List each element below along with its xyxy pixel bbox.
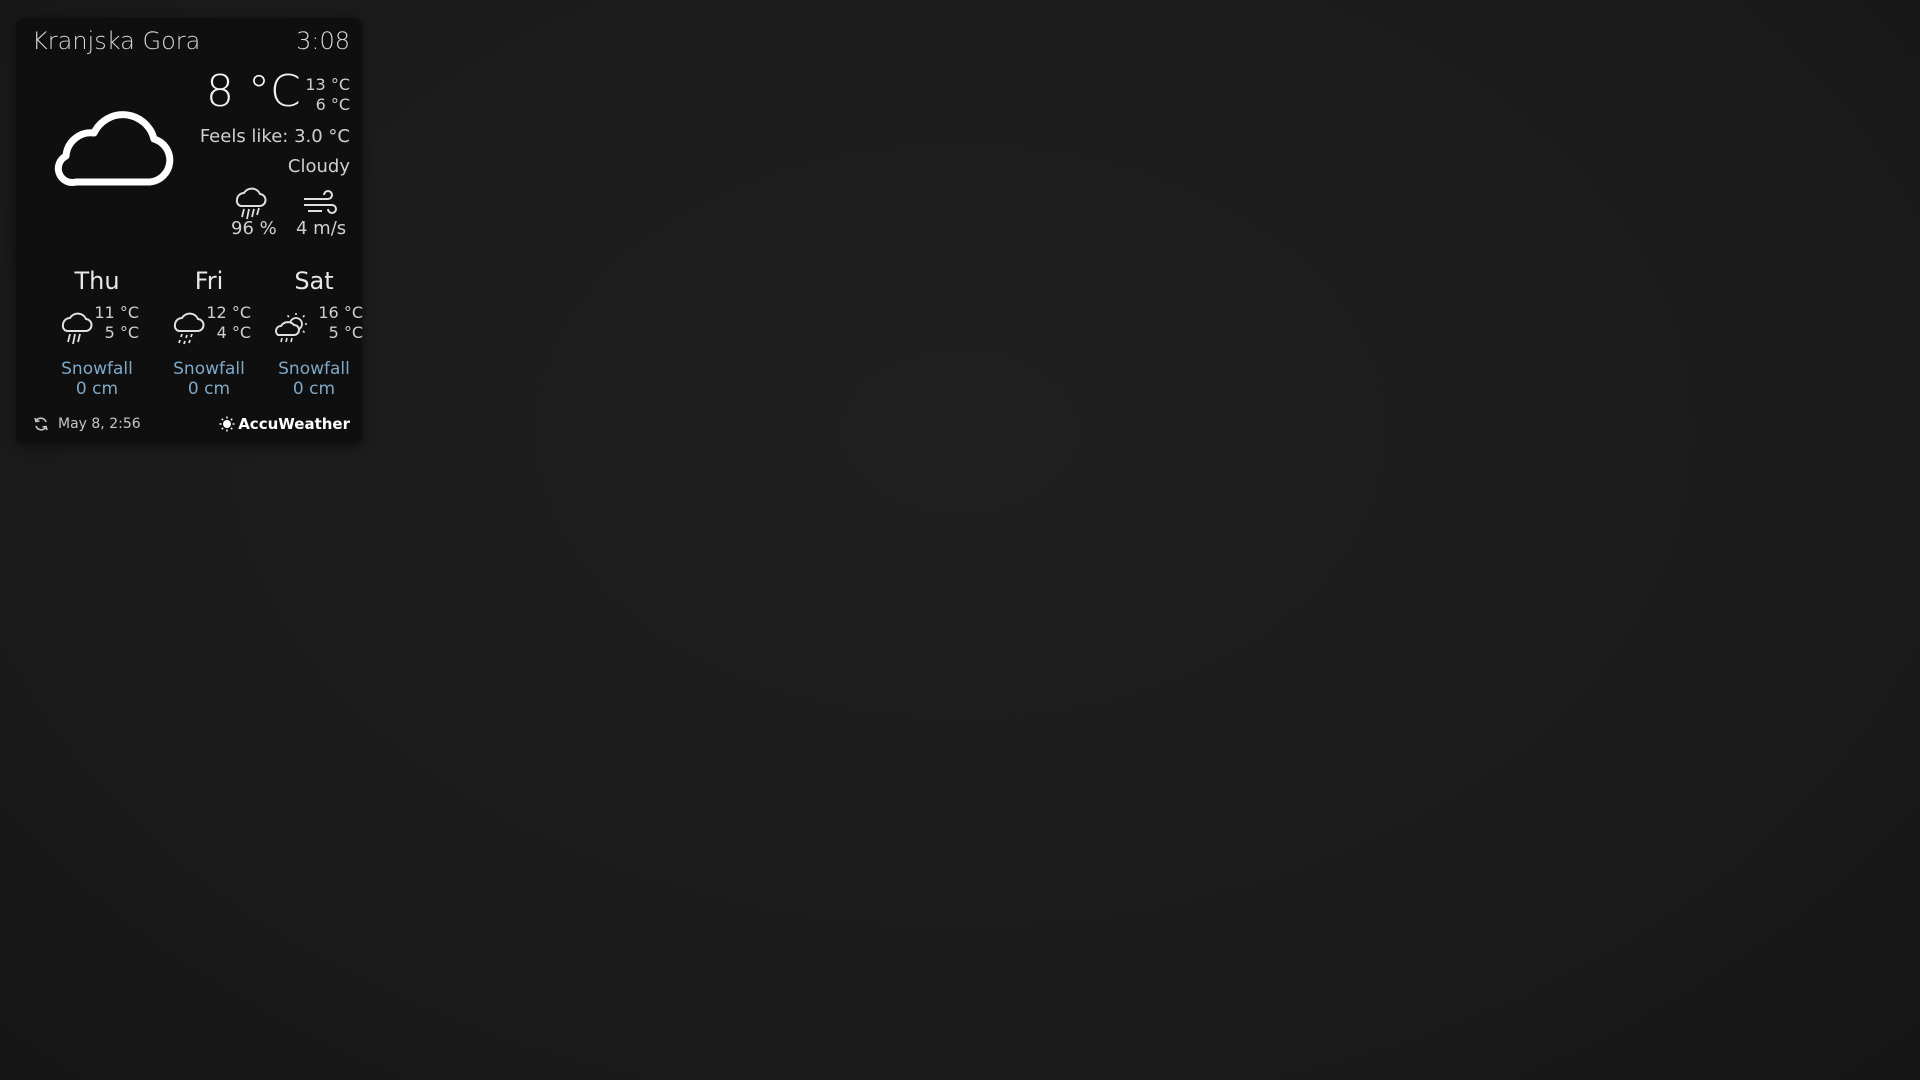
snowfall-value: 0 cm (187, 379, 231, 399)
snowfall-label: Snowfall (61, 359, 133, 379)
snowfall-value: 0 cm (292, 379, 336, 399)
rain-icon (235, 187, 267, 220)
forecast-temps: 16 °C 5 °C (318, 303, 363, 343)
forecast-high: 12 °C (206, 303, 251, 322)
cloud-icon (54, 111, 174, 186)
forecast-day-name: Fri (194, 267, 224, 295)
forecast-snowfall: Snowfall 0 cm (154, 359, 264, 399)
sun-logo-icon (219, 416, 235, 432)
forecast-day-thu: Thu 11 °C 5 °C Snowfall 0 cm (42, 267, 152, 399)
current-low: 6 °C (315, 95, 350, 114)
forecast-day-name: Sat (294, 267, 334, 295)
snowfall-label: Snowfall (278, 359, 350, 379)
forecast-day-fri: Fri 12 °C 4 °C Snowfall 0 cm (154, 267, 264, 399)
forecast-temps: 11 °C 5 °C (94, 303, 139, 343)
forecast-snowfall: Snowfall 0 cm (42, 359, 152, 399)
snowfall-label: Snowfall (173, 359, 245, 379)
desktop-background: Kranjska Gora 3:08 8 °C 13 °C 6 °C Feels… (0, 0, 1920, 1080)
feels-like: Feels like: 3.0 °C (199, 126, 350, 147)
weather-widget[interactable]: Kranjska Gora 3:08 8 °C 13 °C 6 °C Feels… (16, 18, 363, 444)
current-high: 13 °C (305, 75, 350, 94)
location-label: Kranjska Gora (32, 27, 201, 55)
forecast-snowfall: Snowfall 0 cm (266, 359, 362, 399)
forecast-low: 5 °C (104, 323, 139, 342)
rain-icon (61, 312, 93, 345)
forecast-temps: 12 °C 4 °C (206, 303, 251, 343)
current-temperature: 8 °C (206, 66, 301, 117)
forecast-low: 4 °C (216, 323, 251, 342)
sun-cloud-rain-icon (275, 313, 307, 343)
forecast-day-sat: Sat 16 °C 5 °C Snowfall 0 cm (266, 267, 363, 399)
condition-label: Cloudy (287, 156, 350, 177)
forecast-high: 11 °C (94, 303, 139, 322)
wind-icon (304, 190, 337, 214)
precipitation-value: 96 % (231, 218, 277, 239)
clock-time: 3:08 (296, 27, 350, 55)
forecast-high: 16 °C (318, 303, 363, 322)
showers-icon (173, 312, 205, 345)
current-high-low: 13 °C 6 °C (305, 75, 350, 115)
last-updated: May 8, 2:56 (58, 416, 141, 432)
provider-logo: AccuWeather (219, 415, 350, 433)
forecast-low: 5 °C (328, 323, 363, 342)
wind-value: 4 m/s (296, 218, 347, 239)
forecast-day-name: Thu (74, 267, 120, 295)
refresh-icon[interactable] (33, 416, 49, 432)
snowfall-value: 0 cm (75, 379, 119, 399)
provider-name: AccuWeather (238, 415, 350, 433)
